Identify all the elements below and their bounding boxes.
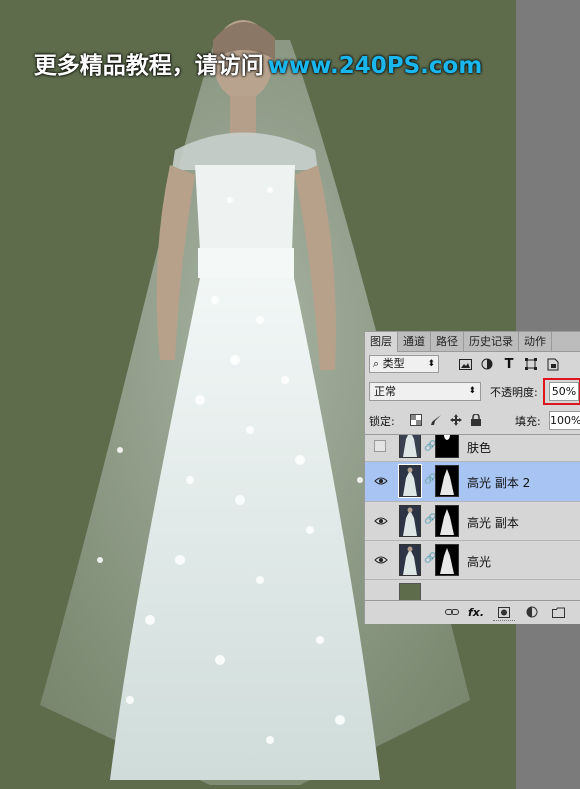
lock-label: 锁定: xyxy=(369,415,395,428)
layer-row-highlight[interactable]: 🔗 高光 xyxy=(365,541,580,580)
adjustment-layer-icon[interactable] xyxy=(525,605,539,619)
blend-row: 正常 ⬍ 不透明度: 50% xyxy=(369,378,580,405)
search-icon: ⌕ xyxy=(373,357,380,370)
kind-filter-select[interactable]: ⌕ 类型 ⬍ xyxy=(369,355,439,373)
tab-layers[interactable]: 图层 xyxy=(365,332,398,352)
filter-row: ⌕ 类型 ⬍ T xyxy=(369,354,579,376)
layer-mask-thumbnail xyxy=(435,435,459,458)
panel-tabs: 图层 通道 路径 历史记录 动作 xyxy=(365,332,580,352)
lock-transparent-pixels-icon[interactable] xyxy=(409,413,423,427)
layer-name: 高光 xyxy=(467,555,492,569)
layer-thumbnail xyxy=(399,505,421,537)
blend-mode-value: 正常 xyxy=(374,385,396,398)
layers-panel: 图层 通道 路径 历史记录 动作 ⌕ 类型 ⬍ T 正常 ⬍ 不透明度: 50% xyxy=(364,331,580,624)
blend-mode-select[interactable]: 正常 ⬍ xyxy=(369,382,481,401)
layer-name: 高光 副本 xyxy=(467,516,519,530)
layer-mask-thumbnail xyxy=(435,544,459,576)
eye-icon[interactable] xyxy=(374,514,388,528)
layer-row-highlight-copy-2[interactable]: 🔗 高光 副本 2 xyxy=(365,462,580,502)
lock-image-pixels-icon[interactable] xyxy=(429,413,443,427)
layers-list: 🔗 肤色 🔗 高光 副本 2 🔗 高光 副本 🔗 高光 xyxy=(365,434,580,600)
updown-chevron-icon: ⬍ xyxy=(427,359,435,369)
shape-filter-icon[interactable] xyxy=(523,356,539,372)
layer-mask-thumbnail xyxy=(435,465,459,497)
layer-thumbnail xyxy=(399,583,421,600)
fx-icon[interactable]: fx. xyxy=(468,605,484,619)
layer-name: 高光 副本 2 xyxy=(467,476,531,490)
add-mask-icon[interactable] xyxy=(497,605,511,619)
tab-actions[interactable]: 动作 xyxy=(519,332,552,351)
layer-row-skin[interactable]: 🔗 肤色 xyxy=(365,435,580,462)
resize-grip[interactable] xyxy=(493,620,515,623)
new-group-icon[interactable] xyxy=(551,605,565,619)
visibility-off-checkbox[interactable] xyxy=(374,440,386,452)
highlight-annotation-box xyxy=(543,378,580,405)
layer-thumbnail xyxy=(399,435,421,458)
eye-icon[interactable] xyxy=(374,474,388,488)
layer-row-background[interactable] xyxy=(365,580,580,600)
opacity-label: 不透明度: xyxy=(490,386,538,399)
lock-all-icon[interactable] xyxy=(469,413,483,427)
lock-row: 锁定: 填充: 100% xyxy=(369,410,580,432)
tab-history[interactable]: 历史记录 xyxy=(464,332,519,351)
layer-name: 肤色 xyxy=(467,441,492,455)
watermark-url: www.240PS.com xyxy=(267,53,483,79)
tab-channels[interactable]: 通道 xyxy=(398,332,431,351)
layer-thumbnail xyxy=(399,544,421,576)
type-filter-icon[interactable]: T xyxy=(501,356,517,372)
link-layers-icon[interactable] xyxy=(445,605,459,619)
kind-filter-value: 类型 xyxy=(382,357,405,370)
lock-position-icon[interactable] xyxy=(449,413,463,427)
layer-thumbnail xyxy=(398,464,422,498)
watermark: 更多精品教程，请访问 www.240PS.com xyxy=(0,46,516,80)
watermark-text: 更多精品教程，请访问 xyxy=(33,53,264,79)
eye-icon[interactable] xyxy=(374,553,388,567)
adjustment-filter-icon[interactable] xyxy=(479,356,495,372)
fill-input[interactable]: 100% xyxy=(549,411,580,430)
updown-chevron-icon: ⬍ xyxy=(468,386,476,396)
fill-label: 填充: xyxy=(515,415,541,428)
layer-mask-thumbnail xyxy=(435,505,459,537)
smart-object-filter-icon[interactable] xyxy=(545,356,561,372)
tab-paths[interactable]: 路径 xyxy=(431,332,464,351)
layer-row-highlight-copy[interactable]: 🔗 高光 副本 xyxy=(365,502,580,541)
image-filter-icon[interactable] xyxy=(457,356,473,372)
panel-footer: fx. xyxy=(365,600,580,623)
